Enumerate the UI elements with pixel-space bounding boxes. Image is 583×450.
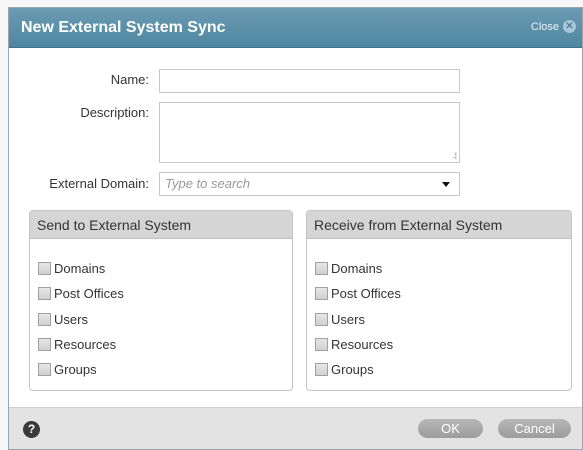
receive-post-offices-option[interactable]: Post Offices (315, 285, 401, 301)
receive-from-external-system-group: Receive from External System Domains Pos… (306, 210, 572, 391)
description-textarea[interactable]: .:| (159, 102, 460, 163)
receive-groups-checkbox[interactable] (315, 362, 328, 376)
name-input[interactable] (159, 69, 460, 93)
dialog-title: New External System Sync (21, 19, 226, 36)
help-icon[interactable]: ? (23, 421, 40, 438)
receive-domains-checkbox[interactable] (315, 261, 328, 275)
send-resources-label: Resources (54, 336, 117, 352)
name-label: Name: (110, 72, 149, 87)
receive-users-label: Users (331, 311, 365, 327)
send-groups-option[interactable]: Groups (38, 361, 97, 377)
receive-groups-option[interactable]: Groups (315, 361, 374, 377)
receive-users-checkbox[interactable] (315, 312, 328, 326)
new-external-system-sync-dialog: New External System Sync Close ✕ Name: D… (8, 7, 583, 450)
receive-resources-option[interactable]: Resources (315, 336, 393, 352)
external-domain-combobox[interactable]: Type to search (159, 172, 460, 196)
send-domains-label: Domains (54, 260, 106, 276)
close-icon: ✕ (563, 20, 576, 33)
receive-resources-checkbox[interactable] (315, 337, 328, 351)
send-groups-label: Groups (54, 361, 97, 377)
send-post-offices-checkbox[interactable] (38, 286, 51, 300)
send-users-checkbox[interactable] (38, 312, 51, 326)
close-button[interactable]: Close ✕ (531, 20, 576, 33)
send-domains-checkbox[interactable] (38, 261, 51, 275)
dialog-titlebar: New External System Sync Close ✕ (9, 8, 582, 48)
send-users-option[interactable]: Users (38, 311, 88, 327)
receive-groups-label: Groups (331, 361, 374, 377)
send-post-offices-label: Post Offices (54, 285, 124, 301)
ok-button[interactable]: OK (418, 419, 483, 438)
dropdown-arrow-icon[interactable] (442, 182, 450, 187)
external-domain-placeholder: Type to search (165, 176, 251, 191)
receive-resources-label: Resources (331, 336, 394, 352)
receive-group-title: Receive from External System (314, 217, 503, 233)
send-group-header: Send to External System (30, 211, 292, 239)
cancel-button[interactable]: Cancel (498, 419, 571, 438)
receive-domains-option[interactable]: Domains (315, 260, 382, 276)
description-label: Description: (80, 105, 149, 120)
send-group-title: Send to External System (37, 217, 192, 233)
send-groups-checkbox[interactable] (38, 362, 51, 376)
receive-post-offices-label: Post Offices (331, 285, 401, 301)
send-users-label: Users (54, 311, 88, 327)
send-post-offices-option[interactable]: Post Offices (38, 285, 124, 301)
receive-post-offices-checkbox[interactable] (315, 286, 328, 300)
send-domains-option[interactable]: Domains (38, 260, 105, 276)
receive-users-option[interactable]: Users (315, 311, 365, 327)
dialog-footer: ? OK Cancel (9, 407, 582, 449)
resize-grip-icon[interactable]: .:| (452, 151, 456, 160)
receive-domains-label: Domains (331, 260, 383, 276)
send-resources-option[interactable]: Resources (38, 336, 116, 352)
receive-group-header: Receive from External System (307, 211, 571, 239)
close-label: Close (530, 20, 559, 33)
send-to-external-system-group: Send to External System Domains Post Off… (29, 210, 293, 391)
send-resources-checkbox[interactable] (38, 337, 51, 351)
external-domain-label: External Domain: (49, 176, 149, 191)
